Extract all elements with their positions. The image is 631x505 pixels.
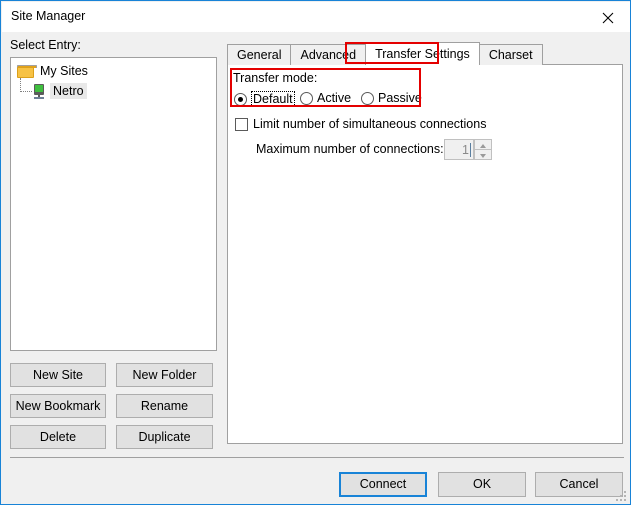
tab-transfer-settings[interactable]: Transfer Settings (365, 42, 480, 65)
duplicate-button[interactable]: Duplicate (116, 425, 213, 449)
select-entry-label: Select Entry: (10, 38, 81, 52)
radio-label: Default (251, 91, 295, 107)
tree-item-label: Netro (50, 83, 87, 99)
new-folder-button[interactable]: New Folder (116, 363, 213, 387)
tree-item-label: My Sites (40, 64, 88, 78)
server-icon (33, 83, 45, 99)
text-caret (470, 143, 471, 157)
resize-grip[interactable] (616, 491, 626, 501)
close-button[interactable] (585, 2, 630, 32)
checkbox-icon (235, 117, 248, 131)
spinner-decrement-button[interactable] (474, 149, 492, 160)
max-connections-value: 1 (462, 143, 469, 157)
connect-button[interactable]: Connect (339, 472, 427, 497)
tab-advanced[interactable]: Advanced (290, 44, 367, 65)
ok-button[interactable]: OK (438, 472, 526, 497)
radio-label: Active (317, 91, 352, 105)
footer-separator (10, 457, 624, 458)
radio-mark-icon (300, 91, 313, 105)
tab-charset[interactable]: Charset (478, 44, 543, 65)
chevron-up-icon (480, 144, 486, 148)
limit-connections-checkbox[interactable]: Limit number of simultaneous connections (235, 117, 486, 131)
radio-mark-icon (361, 91, 374, 105)
site-manager-dialog: Site Manager Select Entry: My Sites Netr… (0, 0, 631, 505)
close-icon (602, 12, 614, 24)
radio-label: Passive (378, 91, 422, 105)
tree-connector (20, 78, 32, 92)
site-tree[interactable]: My Sites Netro (10, 57, 217, 351)
cancel-button[interactable]: Cancel (535, 472, 623, 497)
new-bookmark-button[interactable]: New Bookmark (10, 394, 106, 418)
folder-icon (17, 64, 37, 78)
window-title: Site Manager (11, 9, 86, 23)
title-bar: Site Manager (2, 2, 630, 32)
radio-passive[interactable]: Passive (361, 91, 422, 105)
tree-item-my-sites[interactable]: My Sites (11, 61, 216, 81)
delete-button[interactable]: Delete (10, 425, 106, 449)
transfer-mode-label: Transfer mode: (233, 71, 318, 85)
new-site-button[interactable]: New Site (10, 363, 106, 387)
tab-general[interactable]: General (227, 44, 292, 65)
rename-button[interactable]: Rename (116, 394, 213, 418)
radio-active[interactable]: Active (300, 91, 351, 105)
chevron-down-icon (480, 154, 486, 158)
max-connections-input[interactable]: 1 (444, 139, 474, 160)
radio-default[interactable]: Default (234, 91, 295, 107)
tree-item-netro[interactable]: Netro (11, 78, 216, 101)
tab-strip: General Advanced Transfer Settings Chars… (227, 42, 543, 65)
radio-mark-icon (234, 92, 247, 106)
max-connections-label: Maximum number of connections: (256, 142, 444, 156)
limit-connections-label: Limit number of simultaneous connections (253, 117, 487, 131)
